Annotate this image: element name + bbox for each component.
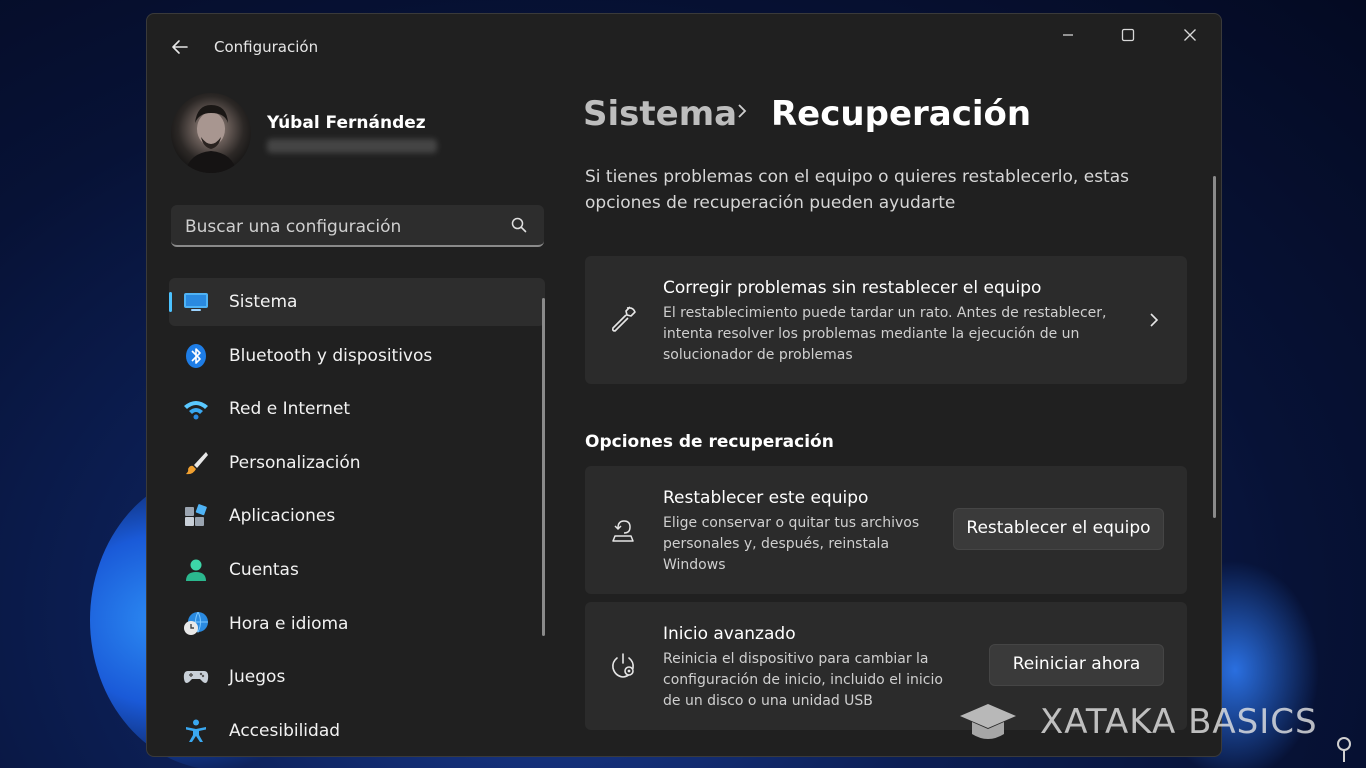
pin-icon (1337, 737, 1351, 762)
reset-pc-button[interactable]: Restablecer el equipo (953, 508, 1164, 550)
card-description-line: Elige conservar o quitar tus archivos (663, 515, 920, 531)
back-button[interactable] (165, 34, 195, 60)
sidebar-item-red[interactable]: Red e Internet (169, 385, 545, 433)
sidebar-item-label: Cuentas (229, 559, 299, 580)
avatar (171, 93, 251, 173)
card-title: Inicio avanzado (663, 624, 796, 644)
sidebar-scrollbar[interactable] (542, 298, 545, 636)
maximize-icon (1121, 28, 1135, 42)
back-arrow-icon (172, 40, 188, 54)
minimize-button[interactable] (1045, 24, 1091, 50)
card-description: El restablecimiento puede tardar un rato… (663, 303, 1107, 366)
fix-problems-card[interactable]: Corregir problemas sin restablecer el eq… (585, 256, 1187, 384)
sidebar-item-label: Juegos (229, 667, 286, 688)
title-bar: Configuración (147, 14, 1221, 80)
card-description-line: de un disco o una unidad USB (663, 693, 873, 709)
gamepad-icon (183, 671, 209, 684)
sidebar-item-accesibilidad[interactable]: Accesibilidad (169, 707, 545, 755)
window-title: Configuración (214, 38, 319, 56)
card-description-line: Reinicia el dispositivo para cambiar la (663, 651, 929, 667)
search-box[interactable]: Buscar una configuración (171, 205, 544, 247)
sidebar-item-cuentas[interactable]: Cuentas (169, 546, 545, 594)
chevron-right-icon (738, 104, 747, 118)
card-title: Corregir problemas sin restablecer el eq… (663, 278, 1042, 298)
sidebar-item-personalizacion[interactable]: Personalización (169, 439, 545, 487)
user-profile[interactable]: Yúbal Fernández (171, 93, 551, 173)
settings-window: Configuración Yúbal Fernández Buscar una… (146, 13, 1222, 757)
monitor-icon (184, 293, 208, 311)
sidebar-item-label: Red e Internet (229, 399, 351, 420)
person-icon (186, 559, 206, 581)
user-name: Yúbal Fernández (267, 113, 426, 133)
avatar-portrait (185, 105, 237, 173)
sidebar-item-hora[interactable]: Hora e idioma (169, 600, 545, 648)
sidebar-item-label: Sistema (229, 292, 298, 312)
brush-icon (186, 451, 208, 474)
wrench-icon (611, 306, 636, 332)
chevron-right-icon (1150, 313, 1159, 327)
watermark-text: XATAKA BASICS (1040, 702, 1318, 742)
sidebar-item-label: Bluetooth y dispositivos (229, 345, 433, 366)
card-description-line: intenta resolver los problemas mediante … (663, 326, 1080, 342)
close-icon (1184, 29, 1196, 41)
apps-icon (185, 504, 207, 527)
sidebar-item-aplicaciones[interactable]: Aplicaciones (169, 492, 545, 540)
bluetooth-icon (186, 343, 206, 368)
reset-pc-icon (612, 520, 634, 542)
card-description: Reinicia el dispositivo para cambiar la … (663, 649, 943, 712)
globe-clock-icon (184, 611, 208, 635)
wifi-icon (184, 401, 208, 420)
sidebar-item-label: Accesibilidad (229, 720, 341, 741)
search-input[interactable]: Buscar una configuración (185, 217, 401, 237)
watermark: XATAKA BASICS (958, 700, 1318, 744)
card-description-line: solucionador de problemas (663, 347, 853, 363)
user-email-redacted (267, 139, 437, 153)
graduation-cap-icon (960, 704, 1016, 739)
restart-now-button[interactable]: Reiniciar ahora (989, 644, 1164, 686)
section-title: Opciones de recuperación (585, 432, 834, 452)
sidebar-item-label: Personalización (229, 452, 361, 473)
sidebar-item-juegos[interactable]: Juegos (169, 653, 545, 701)
accessibility-icon (186, 719, 206, 742)
maximize-button[interactable] (1105, 24, 1151, 50)
close-button[interactable] (1167, 24, 1213, 50)
reset-pc-card: Restablecer este equipo Elige conservar … (585, 466, 1187, 594)
sidebar-item-bluetooth[interactable]: Bluetooth y dispositivos (169, 332, 545, 380)
page-title: Recuperación (771, 94, 1032, 134)
sidebar-item-sistema[interactable]: Sistema (169, 278, 545, 326)
sidebar-item-label: Hora e idioma (229, 613, 349, 634)
advanced-startup-icon (612, 653, 634, 678)
page-description: Si tienes problemas con el equipo o quie… (585, 167, 1129, 213)
card-description-line: El restablecimiento puede tardar un rato… (663, 305, 1107, 321)
sidebar-item-label: Aplicaciones (229, 506, 336, 527)
minimize-icon (1063, 34, 1073, 36)
card-title: Restablecer este equipo (663, 488, 869, 508)
card-description-line: personales y, después, reinstala (663, 536, 890, 552)
sidebar-nav: Sistema Bluetooth y dispositivos Red e I… (169, 278, 545, 756)
search-icon[interactable] (510, 216, 528, 234)
card-description: Elige conservar o quitar tus archivos pe… (663, 513, 919, 576)
breadcrumb-parent[interactable]: Sistema (583, 94, 737, 134)
card-description-line: Windows (663, 557, 726, 573)
main-scrollbar[interactable] (1213, 176, 1216, 518)
card-description-line: configuración de inicio, incluido el ini… (663, 672, 943, 688)
